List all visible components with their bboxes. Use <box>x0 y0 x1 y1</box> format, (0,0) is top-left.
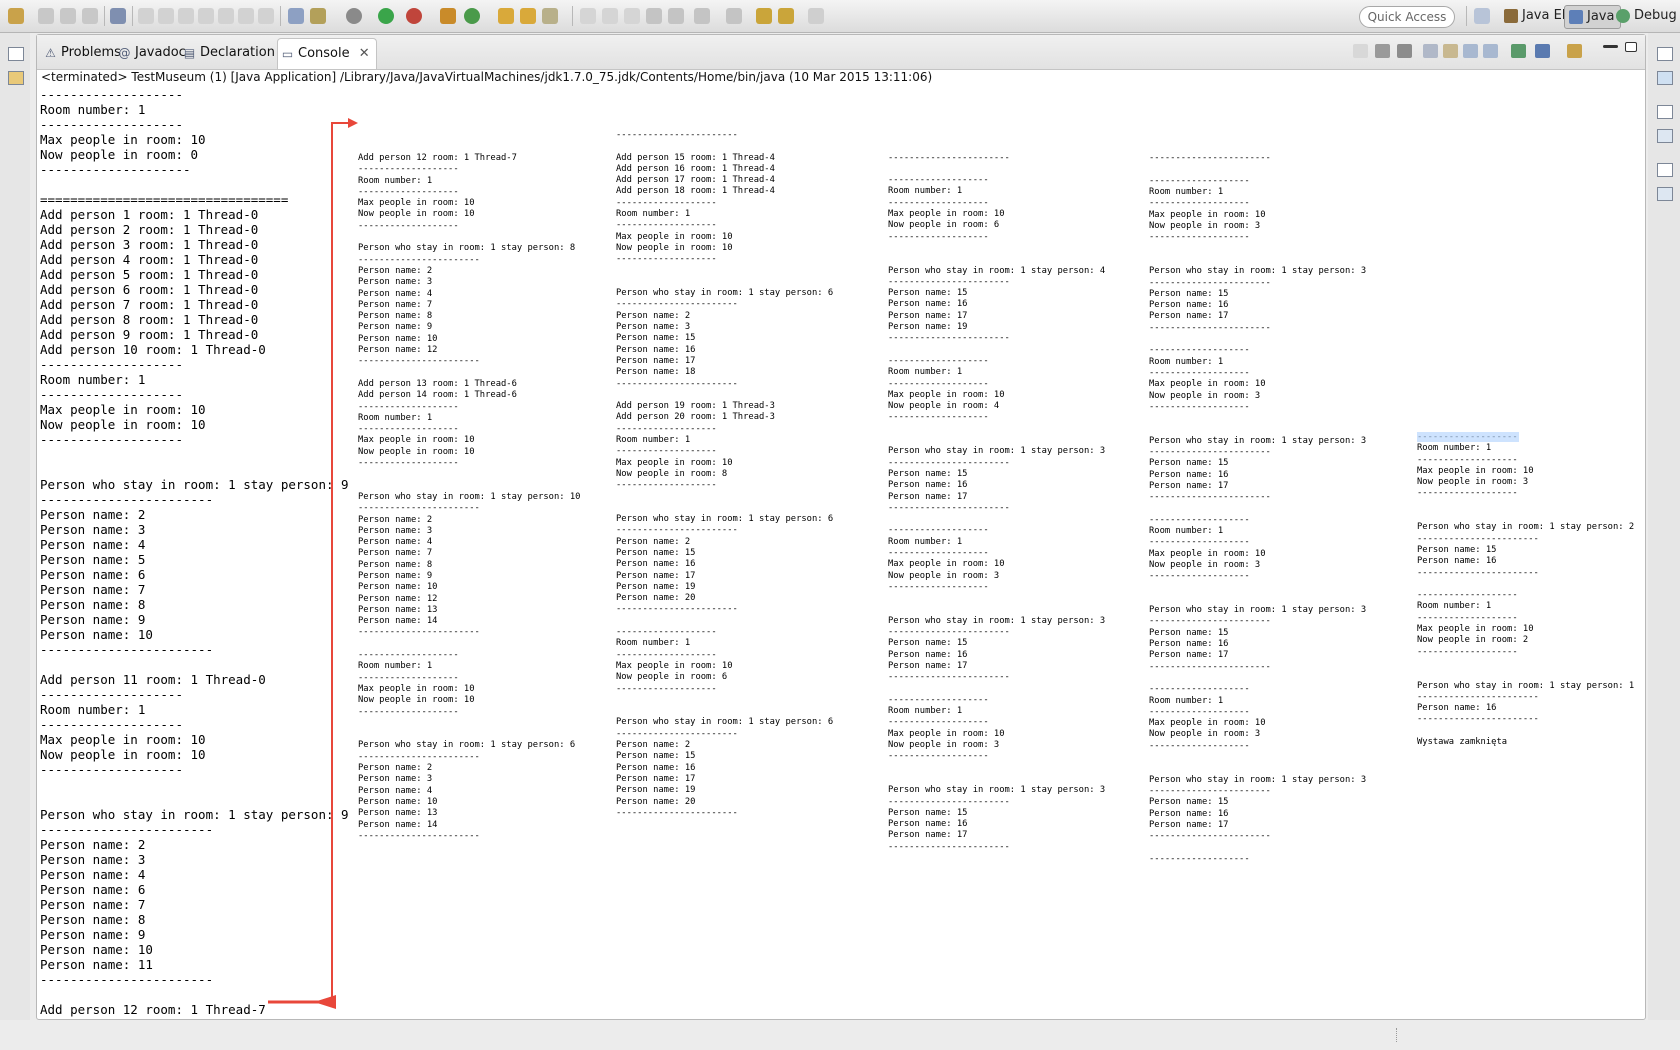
remove-all-terminated-icon[interactable] <box>1397 44 1412 58</box>
last-edit-icon[interactable] <box>756 8 772 24</box>
toggle-mark-icon[interactable] <box>580 8 596 24</box>
suspend-icon[interactable] <box>158 8 174 24</box>
console-column-5: ------------------- Room number: 1 -----… <box>1417 432 1635 748</box>
console-column-3: ----------------------- ----------------… <box>888 152 1106 852</box>
tab-label: Console <box>298 46 350 61</box>
perspective-label: Java EE <box>1522 8 1571 23</box>
process-status-line: <terminated> TestMuseum (1) [Java Applic… <box>41 70 933 84</box>
tab-declaration[interactable]: ▤ Declaration <box>180 38 275 68</box>
run-icon[interactable] <box>378 8 394 24</box>
right-trim-bar <box>1648 33 1680 1050</box>
declaration-icon: ▤ <box>183 46 196 60</box>
tab-label: Declaration <box>200 45 275 60</box>
package-explorer-icon[interactable] <box>8 71 24 85</box>
main-toolbar: Quick Access Java EE Java Debug <box>0 0 1680 33</box>
tab-console[interactable]: ▭ Console ✕ <box>277 38 377 69</box>
quick-access-input[interactable]: Quick Access <box>1359 6 1455 28</box>
open-console-icon[interactable] <box>288 8 304 24</box>
new-java-project-icon[interactable] <box>440 8 456 24</box>
open-type-icon[interactable] <box>498 8 514 24</box>
step-return-icon[interactable] <box>258 8 274 24</box>
clear-console-icon[interactable] <box>1423 44 1438 58</box>
restore-icon[interactable] <box>8 47 24 61</box>
view-tab-bar: ⚠ Problems @ Javadoc ▤ Declaration ▭ Con… <box>37 35 1645 70</box>
perspective-label: Debug <box>1634 8 1677 23</box>
tab-label: Javadoc <box>135 45 186 60</box>
left-trim-bar <box>0 33 30 1050</box>
task-list-icon[interactable] <box>1657 129 1673 143</box>
pin-console-icon[interactable] <box>1511 44 1526 58</box>
restore-icon[interactable] <box>1657 47 1673 61</box>
console-view: ⚠ Problems @ Javadoc ▤ Declaration ▭ Con… <box>36 34 1646 1020</box>
save-all-icon[interactable] <box>60 8 76 24</box>
javadoc-icon: @ <box>118 46 131 60</box>
console-column-4: ----------------------- ----------------… <box>1149 153 1367 864</box>
maximize-icon[interactable] <box>1625 42 1637 52</box>
resume-icon[interactable] <box>138 8 154 24</box>
text-selection <box>1417 432 1519 442</box>
show-on-output-icon[interactable] <box>1463 44 1478 58</box>
restore-icon[interactable] <box>1657 163 1673 177</box>
console-column-1: Add person 12 room: 1 Thread-7 ---------… <box>358 153 581 841</box>
status-grip <box>1396 1028 1399 1042</box>
print-icon[interactable] <box>82 8 98 24</box>
console-output-area[interactable]: ------------------- Room number: 1 -----… <box>37 87 1645 1017</box>
debug-icon[interactable] <box>346 8 362 24</box>
console-icon: ▭ <box>281 47 294 61</box>
toggle-split-icon[interactable] <box>646 8 662 24</box>
problems-icon: ⚠ <box>45 46 56 60</box>
back-icon[interactable] <box>778 8 794 24</box>
open-perspective-icon[interactable] <box>1474 8 1490 24</box>
status-bar <box>0 1020 1680 1050</box>
perspective-label: Java <box>1587 9 1615 24</box>
toolbar-separator <box>280 6 281 26</box>
console-column-2: ----------------------- Add person 15 ro… <box>616 130 834 818</box>
perspective-debug[interactable]: Debug <box>1612 5 1680 27</box>
remove-launch-icon[interactable] <box>1375 44 1390 58</box>
tab-problems[interactable]: ⚠ Problems <box>41 38 121 68</box>
restore-icon[interactable] <box>1657 105 1673 119</box>
save-icon[interactable] <box>38 8 54 24</box>
debug-bug-icon <box>1616 9 1630 23</box>
open-task-icon[interactable] <box>520 8 536 24</box>
toolbar-separator <box>1466 6 1467 26</box>
terminate-icon[interactable] <box>178 8 194 24</box>
java-icon <box>1569 10 1583 24</box>
next-annotation-icon[interactable] <box>694 8 710 24</box>
display-console-icon[interactable] <box>1535 44 1550 58</box>
toolbar-separator <box>132 6 133 26</box>
previous-annotation-icon[interactable] <box>726 8 742 24</box>
toolbar-separator <box>572 6 573 26</box>
show-whitespace-icon[interactable] <box>624 8 640 24</box>
skip-breakpoints-icon[interactable] <box>110 8 126 24</box>
open-console-icon[interactable] <box>1567 44 1582 58</box>
tab-label: Problems <box>61 45 121 60</box>
step-into-icon[interactable] <box>218 8 234 24</box>
layout-icon[interactable] <box>1657 187 1673 201</box>
build-icon[interactable] <box>310 8 326 24</box>
java-ee-icon <box>1504 9 1518 23</box>
stop-icon[interactable] <box>1353 44 1368 58</box>
external-tools-icon[interactable] <box>406 8 422 24</box>
outline-icon[interactable] <box>1657 71 1673 85</box>
new-icon[interactable] <box>8 8 24 24</box>
word-wrap-icon[interactable] <box>668 8 684 24</box>
step-over-icon[interactable] <box>238 8 254 24</box>
forward-icon[interactable] <box>808 8 824 24</box>
minimize-icon[interactable] <box>1603 45 1618 48</box>
close-icon[interactable]: ✕ <box>359 39 370 69</box>
search-icon[interactable] <box>542 8 558 24</box>
tab-javadoc[interactable]: @ Javadoc <box>115 38 186 68</box>
toggle-block-icon[interactable] <box>602 8 618 24</box>
toolbar-separator <box>104 6 105 26</box>
new-class-icon[interactable] <box>464 8 480 24</box>
show-on-error-icon[interactable] <box>1483 44 1498 58</box>
disconnect-icon[interactable] <box>198 8 214 24</box>
console-main-output: ------------------- Room number: 1 -----… <box>40 87 349 1017</box>
scroll-lock-icon[interactable] <box>1443 44 1458 58</box>
